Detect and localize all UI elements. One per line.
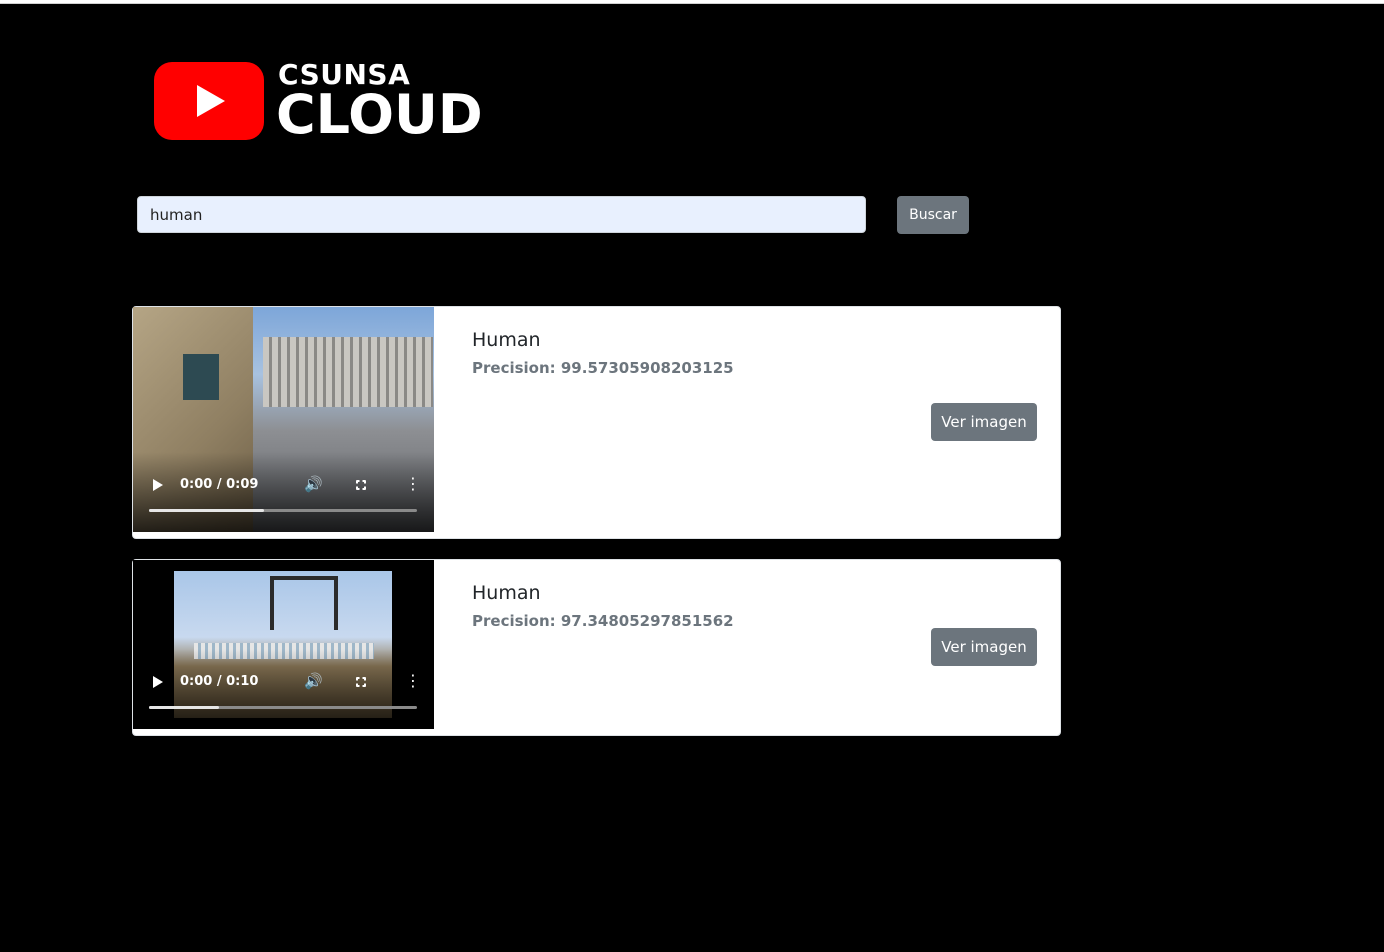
result-title: Human bbox=[472, 582, 541, 604]
play-icon[interactable] bbox=[153, 676, 163, 688]
video-time: 0:00 / 0:09 bbox=[180, 477, 259, 492]
video-player[interactable]: 0:00 / 0:10 🔊 ⋮ bbox=[133, 560, 434, 729]
result-title: Human bbox=[472, 329, 541, 351]
video-time: 0:00 / 0:10 bbox=[180, 674, 259, 689]
view-image-button[interactable]: Ver imagen bbox=[931, 403, 1037, 441]
play-icon[interactable] bbox=[153, 479, 163, 491]
search-input[interactable] bbox=[137, 196, 866, 233]
logo-big-text: CLOUD bbox=[276, 83, 483, 146]
video-progress-bar[interactable] bbox=[149, 509, 417, 512]
browser-top-edge bbox=[0, 0, 1384, 4]
more-options-icon[interactable]: ⋮ bbox=[405, 673, 421, 689]
result-card: 0:00 / 0:10 🔊 ⋮ Human Precision: 97.3480… bbox=[132, 559, 1061, 736]
play-icon bbox=[154, 62, 264, 140]
result-card: 0:00 / 0:09 🔊 ⋮ Human Precision: 99.5730… bbox=[132, 306, 1061, 539]
result-precision: Precision: 99.57305908203125 bbox=[472, 359, 734, 377]
view-image-button[interactable]: Ver imagen bbox=[931, 628, 1037, 666]
more-options-icon[interactable]: ⋮ bbox=[405, 476, 421, 492]
video-player[interactable]: 0:00 / 0:09 🔊 ⋮ bbox=[133, 307, 434, 532]
volume-icon[interactable]: 🔊 bbox=[304, 475, 323, 493]
result-precision: Precision: 97.34805297851562 bbox=[472, 612, 734, 630]
video-progress-bar[interactable] bbox=[149, 706, 417, 709]
site-logo: CSUNSA CLOUD bbox=[154, 58, 484, 146]
search-button[interactable]: Buscar bbox=[897, 196, 969, 234]
volume-icon[interactable]: 🔊 bbox=[304, 672, 323, 690]
